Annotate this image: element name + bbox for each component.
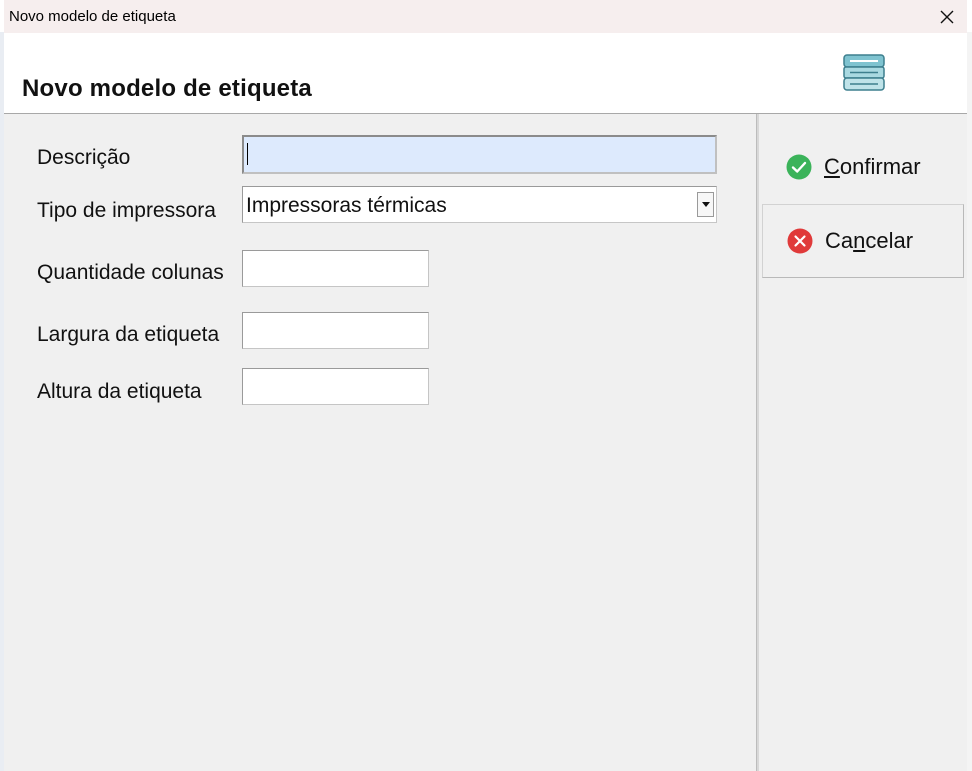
largura-etiqueta-label: Largura da etiqueta — [37, 323, 220, 346]
quantidade-colunas-field[interactable] — [242, 250, 429, 287]
background-window-right — [967, 32, 972, 771]
tipo-impressora-label: Tipo de impressora — [37, 199, 216, 222]
check-circle-icon — [786, 154, 812, 180]
window-title: Novo modelo de etiqueta — [9, 8, 176, 25]
close-icon — [940, 10, 954, 24]
dropdown-button[interactable] — [697, 192, 714, 217]
altura-etiqueta-field[interactable] — [242, 368, 429, 405]
cancel-label: Cancelar — [825, 228, 914, 253]
close-button[interactable] — [933, 4, 961, 30]
panel-divider — [756, 114, 759, 771]
dialog-body: Descrição Tipo de impressora Impressoras… — [4, 114, 967, 771]
title-bar: Novo modelo de etiqueta — [4, 0, 967, 33]
confirm-label: Confirmar — [824, 154, 921, 179]
tipo-impressora-value: Impressoras térmicas — [246, 194, 447, 217]
x-circle-icon — [787, 228, 813, 254]
tipo-impressora-select[interactable]: Impressoras térmicas — [242, 186, 717, 223]
descricao-label: Descrição — [37, 146, 131, 169]
quantidade-colunas-label: Quantidade colunas — [37, 261, 224, 284]
descricao-field[interactable] — [242, 135, 717, 174]
altura-etiqueta-label: Altura da etiqueta — [37, 380, 202, 403]
form-panel: Descrição Tipo de impressora Impressoras… — [4, 114, 756, 771]
label-stack-icon — [843, 54, 885, 91]
largura-etiqueta-field[interactable] — [242, 312, 429, 349]
dialog-window: Novo modelo de etiqueta Novo modelo de e… — [4, 0, 967, 771]
page-title: Novo modelo de etiqueta — [22, 75, 312, 102]
dialog-header: Novo modelo de etiqueta — [4, 33, 967, 114]
confirm-button[interactable]: Confirmar — [762, 130, 964, 204]
text-caret — [247, 143, 248, 165]
chevron-down-icon — [701, 202, 710, 207]
cancel-button[interactable]: Cancelar — [762, 204, 964, 278]
